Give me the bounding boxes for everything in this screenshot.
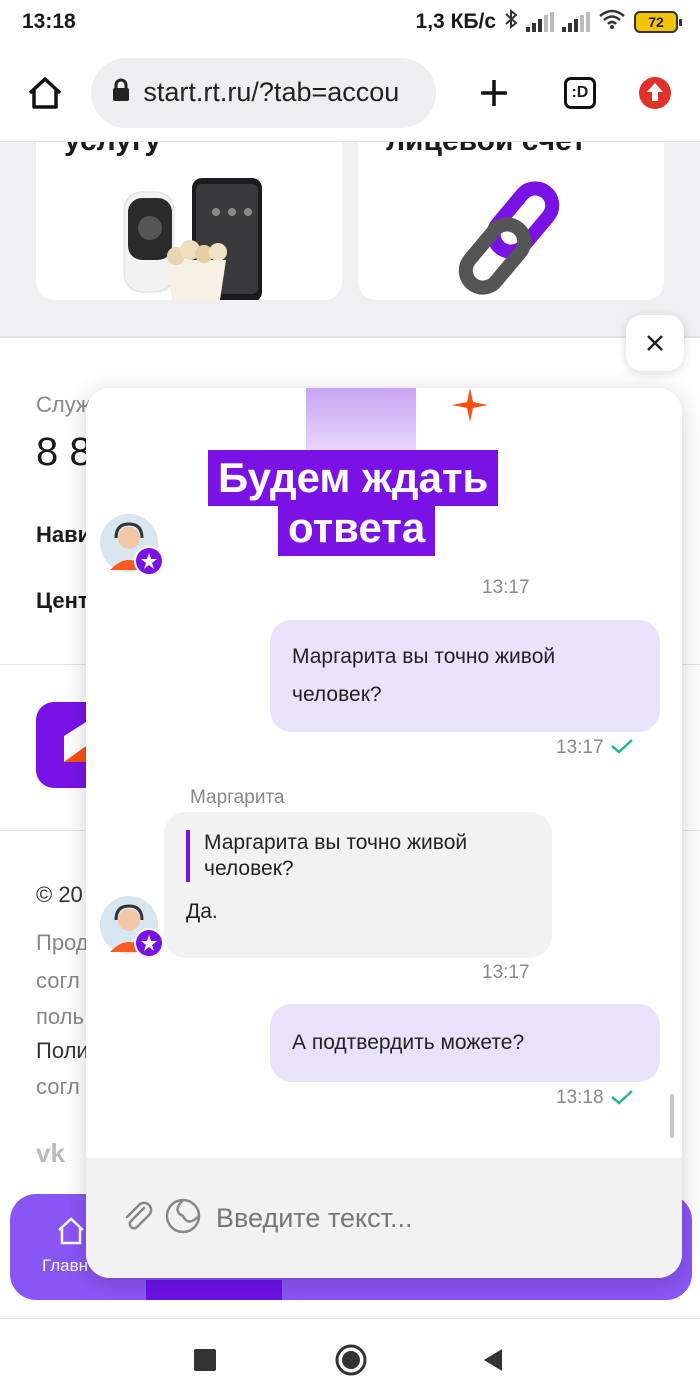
bottom-home-label[interactable]: Главн <box>42 1256 88 1276</box>
card-add-service[interactable]: услугу <box>36 142 342 300</box>
tab-counter: :D <box>563 76 596 109</box>
message-outgoing: Маргарита вы точно живой человек? <box>270 620 660 732</box>
browser-toolbar: start.rt.ru/?tab=accou :D <box>0 44 700 142</box>
sticker-line-1: Будем ждать <box>208 450 499 506</box>
address-bar[interactable]: start.rt.ru/?tab=accou <box>91 57 436 128</box>
plus-icon[interactable] <box>468 66 521 120</box>
message-outgoing-2: А подтвердить можете? <box>270 1004 660 1082</box>
close-icon <box>647 335 663 351</box>
chain-link-image <box>458 181 560 295</box>
services-band: услугу лицевой счет <box>0 142 700 338</box>
signal-icon <box>526 12 554 32</box>
battery-icon: 72 <box>634 11 682 33</box>
status-time: 13:18 <box>22 10 76 33</box>
card-link-account[interactable]: лицевой счет <box>358 142 664 300</box>
legal-line-5: согл <box>36 1074 80 1099</box>
network-speed: 1,3 КБ/с <box>415 10 496 33</box>
home-circle-icon[interactable] <box>334 1343 368 1382</box>
paperclip-icon[interactable] <box>120 1198 156 1239</box>
back-icon[interactable] <box>482 1347 504 1378</box>
quoted-message: Маргарита вы точно живой человек? <box>186 830 530 882</box>
recents-icon[interactable] <box>194 1349 216 1371</box>
tabs-icon[interactable]: :D <box>553 66 606 120</box>
legal-line-2: согл <box>36 968 80 993</box>
chat-scrollbar[interactable] <box>670 1094 674 1138</box>
message-input[interactable] <box>216 1202 576 1234</box>
card-left-title: услугу <box>64 142 161 158</box>
wifi-icon <box>598 9 626 35</box>
message-composer <box>86 1158 682 1278</box>
nav-link-1[interactable]: Нави <box>36 522 91 548</box>
message-time: 13:17 <box>556 737 604 758</box>
active-tab-indicator <box>146 1280 282 1300</box>
support-label: Служ <box>36 392 91 417</box>
update-icon[interactable] <box>629 66 682 120</box>
sticker-icon[interactable] <box>164 1197 202 1240</box>
operator-avatar-2 <box>100 896 164 958</box>
read-check-icon <box>610 738 634 759</box>
sticker-light-beam <box>306 388 416 458</box>
bluetooth-icon <box>504 8 518 35</box>
vk-icon[interactable]: vk <box>36 1138 65 1169</box>
status-bar: 13:18 1,3 КБ/с 72 <box>0 0 700 44</box>
copyright-text: © 20 <box>36 882 83 907</box>
legal-line-1: Прод <box>36 930 89 955</box>
star-icon <box>134 546 164 576</box>
sticker-line-2: ответа <box>278 500 436 556</box>
sender-name: Маргарита <box>190 787 285 808</box>
nav-link-2[interactable]: Цент <box>36 588 89 614</box>
close-chat-button[interactable] <box>626 315 684 371</box>
lock-icon <box>111 78 131 107</box>
home-icon[interactable] <box>18 66 71 120</box>
message-incoming: Маргарита вы точно живой человек? Да. <box>164 812 552 958</box>
support-phone[interactable]: 8 8 <box>36 430 92 475</box>
camera-phone-image <box>123 178 262 300</box>
star-icon-2 <box>134 928 164 958</box>
card-right-title: лицевой счет <box>386 142 586 158</box>
message-time-3: 13:18 <box>556 1087 604 1108</box>
sticker-time: 13:17 <box>482 577 530 598</box>
url-text: start.rt.ru/?tab=accou <box>143 77 400 107</box>
bottom-home-icon[interactable] <box>56 1216 86 1251</box>
read-check-icon-2 <box>610 1089 634 1110</box>
signal-icon-2 <box>562 12 590 32</box>
message-time-2: 13:17 <box>482 962 530 983</box>
operator-avatar <box>100 514 164 576</box>
legal-line-3: поль <box>36 1004 84 1029</box>
legal-line-4[interactable]: Поли <box>36 1038 89 1064</box>
sparkle-icon <box>452 388 488 422</box>
chat-widget: Будем ждать ответа 13:17 Маргарита вы то… <box>86 388 682 1278</box>
android-navigation-bar <box>0 1318 700 1400</box>
message-text: Да. <box>186 900 218 923</box>
